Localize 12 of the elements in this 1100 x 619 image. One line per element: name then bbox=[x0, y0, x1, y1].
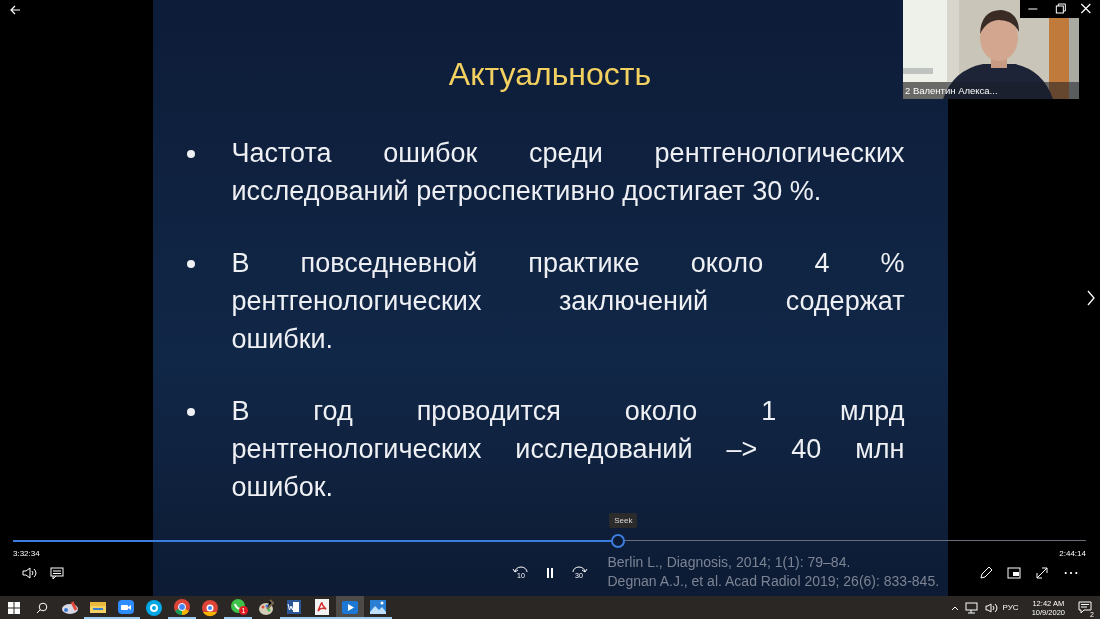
citation-text: Degnan A.J., et al. Acad Radiol 2019; 26(6): 833-845. bbox=[607, 572, 940, 591]
participant-name: 2 Валентин Алекса... bbox=[905, 85, 998, 96]
input-language[interactable]: РУС bbox=[1002, 603, 1019, 612]
elapsed-time: 3:32:34 bbox=[13, 549, 40, 558]
bullet-text: Частота ошибок среди рентгенологических исследований ретроспективно достигает 30 %. bbox=[231, 137, 905, 208]
bullet-text: В год проводится около 1 млрд рентгенологических исследований –> 40 млн ошибок. bbox=[231, 395, 905, 504]
seek-tooltip: Seek bbox=[609, 513, 638, 528]
slide-title: Актуальность bbox=[448, 56, 652, 93]
citation-text: Berlin L., Diagnosis, 2014; 1(1): 79–84. bbox=[607, 553, 852, 572]
bullet-text: В повседневной практике около 4 % рентгенологических заключений содержат ошибки. bbox=[231, 247, 905, 356]
more-button[interactable]: ⋯ bbox=[1060, 563, 1082, 583]
remaining-time: 2:44:14 bbox=[1059, 549, 1086, 558]
